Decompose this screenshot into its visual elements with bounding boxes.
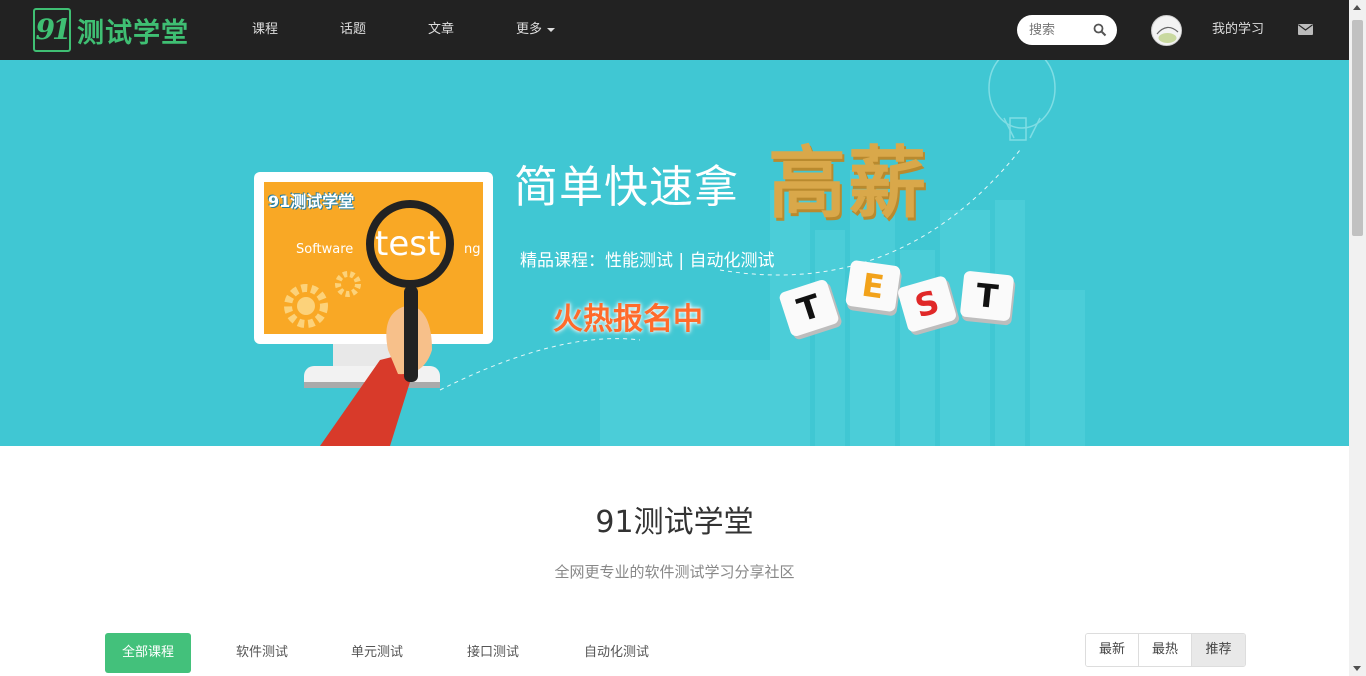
search-input[interactable] [1029,21,1089,39]
category-api-testing[interactable]: 接口测试 [467,633,519,673]
site-subtitle: 全网更专业的软件测试学习分享社区 [554,563,795,581]
logo-text: 测试学堂 [77,17,189,49]
caret-down-icon [547,27,556,32]
nav-more[interactable]: 更多 [516,20,556,40]
sort-recommended-button[interactable]: 推荐 [1192,634,1245,666]
logo-mark: 91 [33,8,71,52]
banner-headline: 简单快速拿 [514,162,739,213]
nav-articles[interactable]: 文章 [428,20,454,40]
sort-toggle-group: 最新 最热 推荐 [1085,633,1246,667]
test-tiles: T E S T [778,259,1022,338]
scroll-thumb[interactable] [1352,20,1363,236]
tile-t1: T [778,278,840,338]
site-logo[interactable]: 91 测试学堂 [33,8,189,52]
tile-t2: T [959,270,1015,322]
nav-courses[interactable]: 课程 [252,20,278,40]
banner-subline: 精品课程：性能测试 | 自动化测试 [520,251,775,271]
top-navbar: 91 测试学堂 课程 话题 文章 更多 我的学习 [0,0,1349,60]
nav-topics[interactable]: 话题 [340,20,366,40]
search-box [1017,15,1117,45]
avatar[interactable] [1151,15,1182,46]
screen-ng-text: ng [464,242,481,257]
scroll-down-icon[interactable] [1353,666,1361,671]
my-study-link[interactable]: 我的学习 [1212,20,1264,40]
hero-banner[interactable]: 91测试学堂 Software ng test 简单快速拿 高薪 精品课程：性能… [0,60,1349,446]
tile-e: E [845,259,901,313]
sort-latest-button[interactable]: 最新 [1086,634,1139,666]
tile-s: S [896,275,958,333]
search-icon[interactable] [1093,23,1107,37]
mail-icon[interactable] [1298,24,1313,35]
sort-hottest-button[interactable]: 最热 [1139,634,1192,666]
category-all[interactable]: 全部课程 [105,633,191,673]
screen-test-text: test [375,224,441,264]
category-software-testing[interactable]: 软件测试 [236,633,288,673]
category-automation-testing[interactable]: 自动化测试 [584,633,649,673]
scroll-up-icon[interactable] [1353,5,1361,10]
nav-more-label: 更多 [516,22,543,37]
banner-headline-highlight: 高薪 [768,139,929,229]
site-title: 91测试学堂 [595,505,754,540]
vertical-scrollbar[interactable] [1349,0,1366,676]
avatar-image [1152,16,1181,45]
banner-hot-label: 火热报名中 [553,302,703,337]
category-unit-testing[interactable]: 单元测试 [351,633,403,673]
